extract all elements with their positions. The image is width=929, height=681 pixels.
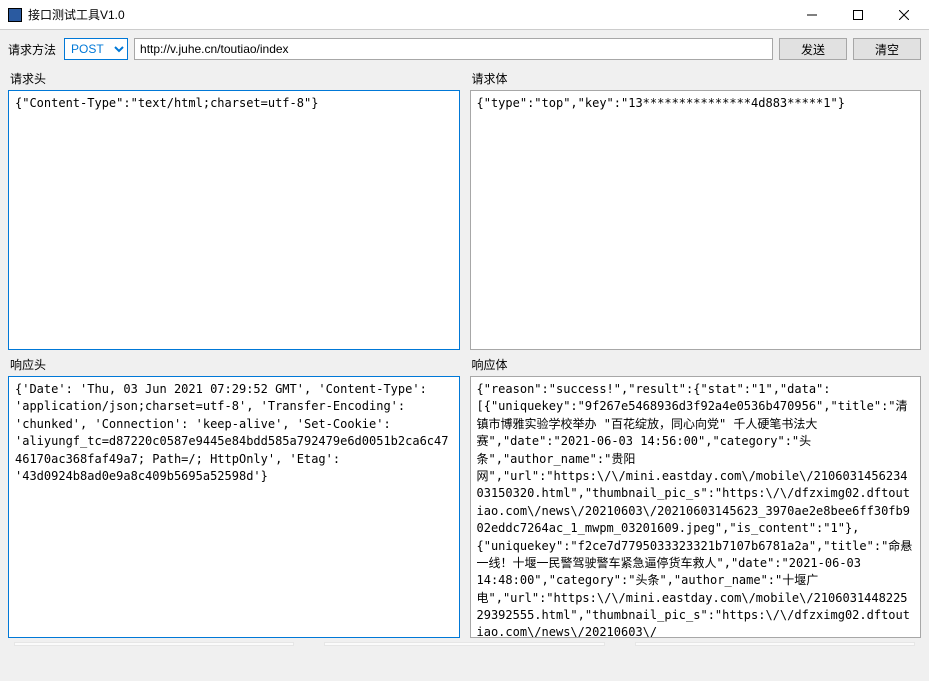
minimize-button[interactable] [789,1,835,29]
send-button[interactable]: 发送 [779,38,847,60]
response-header-label: 响应头 [8,356,460,373]
status-bar [8,642,921,648]
request-body-textarea[interactable] [470,90,922,350]
url-input[interactable] [134,38,773,60]
request-header-textarea[interactable] [8,90,460,350]
title-bar: 接口测试工具V1.0 [0,0,929,30]
response-body-textarea[interactable] [470,376,922,638]
close-button[interactable] [881,1,927,29]
request-body-label: 请求体 [470,70,922,87]
app-icon [8,8,22,22]
response-header-textarea[interactable] [8,376,460,638]
method-select[interactable]: POST [64,38,128,60]
request-header-label: 请求头 [8,70,460,87]
clear-button[interactable]: 清空 [853,38,921,60]
method-label: 请求方法 [8,41,58,58]
response-body-label: 响应体 [470,356,922,373]
toolbar: 请求方法 POST 发送 清空 [8,38,921,60]
maximize-button[interactable] [835,1,881,29]
window-title: 接口测试工具V1.0 [28,6,789,23]
